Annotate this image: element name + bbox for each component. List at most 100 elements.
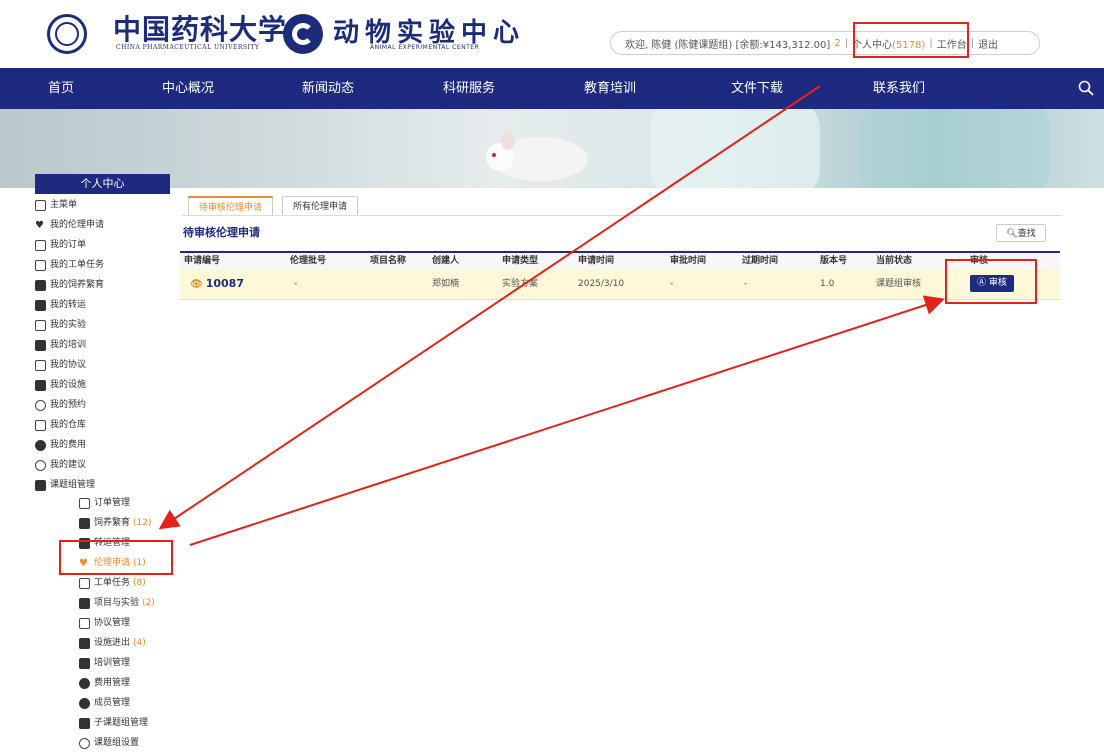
sidebar-item-my-breeding[interactable]: 我的饲养繁育 — [35, 276, 104, 294]
experiment-icon — [35, 319, 46, 331]
sidebar-item-my-fees[interactable]: 我的费用 — [35, 436, 86, 454]
sidebar-sub-tasks[interactable]: 工单任务 (8) — [79, 574, 146, 592]
ethics-batch: - — [294, 279, 298, 289]
center-name-en: ANIMAL EXPERIMENTAL CENTER — [370, 44, 480, 51]
separator: | — [844, 37, 849, 49]
nav-education[interactable]: 教育培训 — [584, 68, 636, 109]
sidebar-item-my-tasks[interactable]: 我的工单任务 — [35, 256, 104, 274]
sidebar-sub-label: 费用管理 — [94, 678, 131, 688]
training-icon — [79, 657, 90, 669]
expiry-time: - — [744, 279, 748, 289]
sidebar-sub-count: (8) — [133, 578, 146, 588]
message-count[interactable]: 2 — [834, 38, 840, 49]
breeding-icon — [35, 279, 46, 291]
group-icon — [35, 479, 46, 491]
sidebar-sub-projects[interactable]: 项目与实验 (2) — [79, 594, 155, 612]
sidebar-item-my-agreements[interactable]: 我的协议 — [35, 356, 86, 374]
sidebar-item-my-reservations[interactable]: 我的预约 — [35, 396, 86, 414]
find-button[interactable]: 🔍︎查找 — [996, 224, 1046, 242]
column-header: 申请编号 — [184, 256, 221, 266]
personal-center-count: (5178) — [892, 39, 926, 51]
sidebar-item-label: 我的预约 — [50, 400, 87, 410]
nav-overview[interactable]: 中心概况 — [162, 68, 214, 109]
search-icon: 🔍︎ — [1006, 229, 1018, 239]
user-bar: 欢迎, 陈健 (陈健课题组) [余额:¥143,312.00] 2 | 个人中心… — [610, 31, 1040, 55]
sidebar-sub-count: (1) — [133, 558, 146, 568]
sidebar-item-label: 我的建议 — [50, 460, 87, 470]
search-icon[interactable] — [1078, 80, 1094, 96]
sidebar-item-my-suggestions[interactable]: 我的建议 — [35, 456, 86, 474]
fee-icon — [35, 439, 46, 451]
sidebar-sub-label: 饲养繁育 — [94, 518, 131, 528]
nav-research-service[interactable]: 科研服务 — [443, 68, 495, 109]
sidebar-sub-ethics[interactable]: ♥ 伦理申请 (1) — [79, 554, 146, 572]
workbench-link[interactable]: 工作台 — [937, 36, 967, 51]
application-type: 实验方案 — [502, 279, 539, 289]
sidebar-sub-training[interactable]: 培训管理 — [79, 654, 130, 672]
sidebar-item-my-transport[interactable]: 我的转运 — [35, 296, 86, 314]
sidebar-sub-subgroups[interactable]: 子课题组管理 — [79, 714, 148, 732]
sidebar-sub-members[interactable]: 成员管理 — [79, 694, 130, 712]
column-header: 过期时间 — [742, 256, 779, 266]
fee-icon — [79, 677, 90, 689]
sidebar-item-label: 主菜单 — [50, 200, 78, 210]
order-icon — [35, 239, 46, 251]
agreement-icon — [35, 359, 46, 371]
sidebar-item-my-experiments[interactable]: 我的实验 — [35, 316, 86, 334]
audit-button[interactable]: Ⓐ 审核 — [970, 275, 1014, 292]
transport-icon — [35, 299, 46, 311]
heart-icon: ♥ — [35, 219, 44, 231]
sidebar-sub-label: 设施进出 — [94, 638, 131, 648]
nav-downloads[interactable]: 文件下载 — [731, 68, 783, 109]
sidebar-item-label: 我的设施 — [50, 380, 87, 390]
sidebar-item-my-facilities[interactable]: 我的设施 — [35, 376, 86, 394]
breeding-icon — [79, 517, 90, 529]
column-header: 申请时间 — [578, 256, 615, 266]
sidebar-sub-count: (4) — [133, 638, 146, 648]
sidebar-item-my-ethics[interactable]: ♥ 我的伦理申请 — [35, 216, 104, 234]
sidebar-sub-count: (2) — [142, 598, 155, 608]
sidebar-sub-order-management[interactable]: 订单管理 — [79, 494, 130, 512]
university-logo[interactable] — [47, 14, 87, 54]
sidebar-sub-label: 课题组设置 — [94, 738, 140, 748]
nav-home[interactable]: 首页 — [48, 68, 74, 109]
sidebar-sub-count: (12) — [133, 518, 152, 528]
application-id[interactable]: 👁︎ 10087 — [190, 269, 244, 300]
university-name: 中国药科大学 — [113, 13, 288, 46]
order-icon — [79, 497, 90, 509]
column-header: 伦理批号 — [290, 256, 327, 266]
sidebar-item-my-training[interactable]: 我的培训 — [35, 336, 86, 354]
center-logo[interactable] — [283, 14, 323, 54]
nav-contact[interactable]: 联系我们 — [873, 68, 925, 109]
sidebar-sub-transport[interactable]: 转运管理 — [79, 534, 130, 552]
sidebar-sub-label: 协议管理 — [94, 618, 131, 628]
sidebar-sub-breeding[interactable]: 饲养繁育 (12) — [79, 514, 152, 532]
sidebar-item-my-orders[interactable]: 我的订单 — [35, 236, 86, 254]
column-header: 申请类型 — [502, 256, 539, 266]
sidebar-item-my-warehouse[interactable]: 我的仓库 — [35, 416, 86, 434]
project-icon — [79, 597, 90, 609]
logout-link[interactable]: 退出 — [978, 36, 998, 51]
sidebar-sub-label: 工单任务 — [94, 578, 131, 588]
sidebar-item-label: 我的实验 — [50, 320, 87, 330]
clock-icon — [35, 399, 46, 411]
personal-center-link[interactable]: 个人中心(5178) — [852, 36, 925, 51]
sidebar-sub-agreements[interactable]: 协议管理 — [79, 614, 130, 632]
sidebar-item-label: 我的转运 — [50, 300, 87, 310]
nav-news[interactable]: 新闻动态 — [302, 68, 354, 109]
sidebar-sub-facility-access[interactable]: 设施进出 (4) — [79, 634, 146, 652]
tab-all-ethics[interactable]: 所有伦理申请 — [282, 196, 359, 216]
table-row[interactable]: 👁︎ 10087 - 郑如楠 实验方案 2025/3/10 - - 1.0 课题组… — [180, 269, 1060, 300]
sidebar-sub-group-settings[interactable]: 课题组设置 — [79, 734, 139, 752]
sidebar-item-group-management[interactable]: 课题组管理 — [35, 476, 95, 494]
separator: | — [970, 37, 975, 49]
sidebar-sub-fees[interactable]: 费用管理 — [79, 674, 130, 692]
column-header: 当前状态 — [876, 256, 913, 266]
approval-time: - — [670, 279, 674, 289]
status: 课题组审核 — [876, 279, 922, 289]
sidebar-item-main-menu[interactable]: 主菜单 — [35, 196, 77, 214]
tab-pending-ethics[interactable]: 待审核伦理申请 — [188, 196, 274, 216]
eye-icon[interactable]: 👁︎ — [190, 279, 203, 290]
find-button-label: 查找 — [1017, 229, 1036, 239]
main-nav: 首页 中心概况 新闻动态 科研服务 教育培训 文件下载 联系我们 — [0, 68, 1104, 109]
